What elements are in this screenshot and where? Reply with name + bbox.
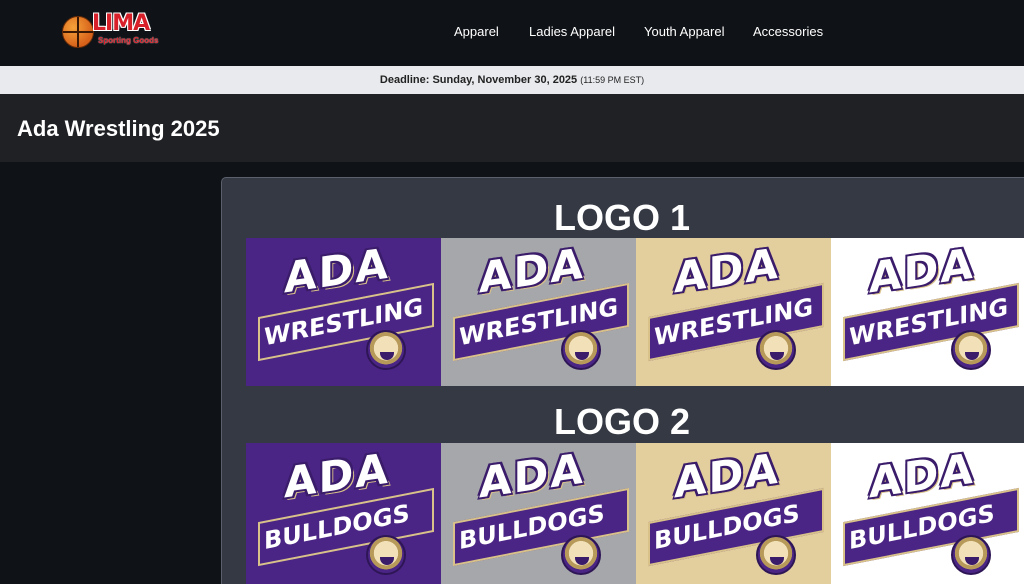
logo-2-variant-white[interactable]: ADA BULLDOGS — [831, 443, 1024, 584]
nav-accessories[interactable]: Accessories — [753, 24, 823, 40]
bulldog-icon — [561, 535, 601, 575]
logo-panel: LOGO 1 ADA WRESTLING ADA WRESTLING ADA W… — [221, 177, 1024, 584]
bulldog-icon — [756, 330, 796, 370]
basketball-icon — [62, 16, 94, 48]
logo-line1: ADA — [674, 238, 780, 303]
nav-ladies-apparel[interactable]: Ladies Apparel — [529, 24, 615, 40]
deadline-label: Deadline: — [379, 74, 430, 86]
lima-logo[interactable]: LIMA Sporting Goods — [62, 12, 166, 52]
bulldog-icon — [951, 535, 991, 575]
logo-line1: ADA — [284, 443, 390, 508]
deadline-bar: Deadline: Sunday, November 30, 2025 (11:… — [0, 66, 1024, 94]
deadline-time: (11:59 PM EST) — [580, 75, 645, 85]
logo-1-variant-purple[interactable]: ADA WRESTLING — [246, 238, 441, 386]
logo-1-art: ADA WRESTLING — [441, 238, 636, 386]
logo-2-strip: ADA BULLDOGS ADA BULLDOGS ADA BULLDOGS A… — [246, 443, 1024, 584]
top-nav: LIMA Sporting Goods Apparel Ladies Appar… — [0, 0, 1024, 66]
logo-2-art: ADA BULLDOGS — [246, 443, 441, 584]
bulldog-icon — [366, 330, 406, 370]
logo-2-heading: LOGO 2 — [553, 401, 691, 442]
logo-2-variant-gold[interactable]: ADA BULLDOGS — [636, 443, 831, 584]
logo-line1: ADA — [869, 238, 975, 303]
logo-2-art: ADA BULLDOGS — [636, 443, 831, 584]
brand-name: LIMA — [92, 11, 150, 36]
bulldog-icon — [366, 535, 406, 575]
logo-2-art: ADA BULLDOGS — [441, 443, 636, 584]
title-band: Ada Wrestling 2025 — [0, 94, 1024, 162]
logo-line1: ADA — [284, 238, 390, 303]
logo-line1: ADA — [479, 443, 585, 508]
logo-1-strip: ADA WRESTLING ADA WRESTLING ADA WRESTLIN… — [246, 238, 1024, 386]
nav-youth-apparel[interactable]: Youth Apparel — [644, 24, 724, 40]
logo-1-heading: LOGO 1 — [553, 197, 691, 238]
logo-line1: ADA — [869, 443, 975, 508]
logo-1-variant-grey[interactable]: ADA WRESTLING — [441, 238, 636, 386]
nav-apparel[interactable]: Apparel — [454, 24, 499, 40]
logo-line1: ADA — [479, 238, 585, 303]
logo-1-variant-white[interactable]: ADA WRESTLING — [831, 238, 1024, 386]
logo-line1: ADA — [674, 443, 780, 508]
brand-tagline: Sporting Goods — [98, 36, 159, 45]
logo-1-variant-gold[interactable]: ADA WRESTLING — [636, 238, 831, 386]
logo-1-art: ADA WRESTLING — [246, 238, 441, 386]
bulldog-icon — [561, 330, 601, 370]
logo-2-variant-purple[interactable]: ADA BULLDOGS — [246, 443, 441, 584]
logo-1-art: ADA WRESTLING — [636, 238, 831, 386]
bulldog-icon — [951, 330, 991, 370]
logo-2-variant-grey[interactable]: ADA BULLDOGS — [441, 443, 636, 584]
page-title: Ada Wrestling 2025 — [17, 116, 220, 141]
logo-1-art: ADA WRESTLING — [831, 238, 1024, 386]
deadline-date: Sunday, November 30, 2025 — [432, 74, 578, 86]
bulldog-icon — [756, 535, 796, 575]
logo-2-art: ADA BULLDOGS — [831, 443, 1024, 584]
